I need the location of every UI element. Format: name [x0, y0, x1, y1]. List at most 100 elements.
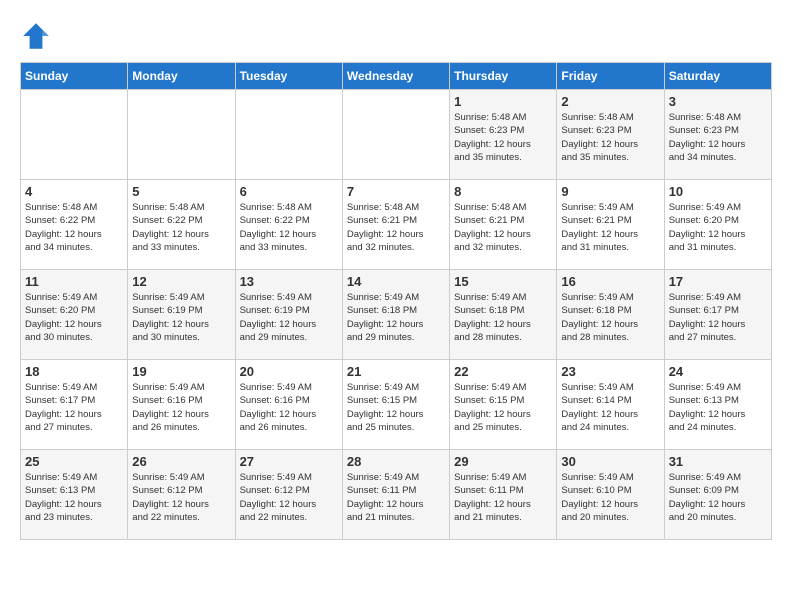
calendar-cell: 17 Sunrise: 5:49 AM Sunset: 6:17 PM Dayli…	[664, 270, 771, 360]
calendar-cell: 21 Sunrise: 5:49 AM Sunset: 6:15 PM Dayli…	[342, 360, 449, 450]
calendar-table: SundayMondayTuesdayWednesdayThursdayFrid…	[20, 62, 772, 540]
day-number: 15	[454, 274, 552, 289]
day-number: 6	[240, 184, 338, 199]
calendar-week-5: 25Sunrise: 5:49 AM Sunset: 6:13 PM Dayli…	[21, 450, 772, 540]
day-number: 13	[240, 274, 338, 289]
day-number: 26	[132, 454, 230, 469]
calendar-cell: 12 Sunrise: 5:49 AM Sunset: 6:19 PM Dayli…	[128, 270, 235, 360]
day-info: Sunrise: 5:49 AM Sunset: 6:18 PM Dayligh…	[347, 291, 445, 344]
day-info: Sunrise: 5:49 AM Sunset: 6:13 PM Dayligh…	[669, 381, 767, 434]
calendar-week-4: 18 Sunrise: 5:49 AM Sunset: 6:17 PM Dayli…	[21, 360, 772, 450]
day-info: Sunrise: 5:49 AM Sunset: 6:11 PM Dayligh…	[347, 471, 445, 524]
calendar-cell	[342, 90, 449, 180]
day-number: 18	[25, 364, 123, 379]
day-info: Sunrise: 5:48 AM Sunset: 6:23 PM Dayligh…	[561, 111, 659, 164]
day-number: 17	[669, 274, 767, 289]
day-info: Sunrise: 5:49 AM Sunset: 6:20 PM Dayligh…	[25, 291, 123, 344]
day-number: 5	[132, 184, 230, 199]
day-number: 9	[561, 184, 659, 199]
column-header-tuesday: Tuesday	[235, 63, 342, 90]
day-number: 29	[454, 454, 552, 469]
day-info: Sunrise: 5:49 AM Sunset: 6:17 PM Dayligh…	[669, 291, 767, 344]
calendar-week-1: 1Sunrise: 5:48 AM Sunset: 6:23 PM Daylig…	[21, 90, 772, 180]
day-info: Sunrise: 5:48 AM Sunset: 6:23 PM Dayligh…	[669, 111, 767, 164]
day-info: Sunrise: 5:49 AM Sunset: 6:18 PM Dayligh…	[561, 291, 659, 344]
day-info: Sunrise: 5:49 AM Sunset: 6:12 PM Dayligh…	[132, 471, 230, 524]
calendar-header-row: SundayMondayTuesdayWednesdayThursdayFrid…	[21, 63, 772, 90]
day-info: Sunrise: 5:49 AM Sunset: 6:19 PM Dayligh…	[132, 291, 230, 344]
day-number: 4	[25, 184, 123, 199]
calendar-cell: 23 Sunrise: 5:49 AM Sunset: 6:14 PM Dayli…	[557, 360, 664, 450]
calendar-week-2: 4 Sunrise: 5:48 AM Sunset: 6:22 PM Daylig…	[21, 180, 772, 270]
calendar-cell	[235, 90, 342, 180]
day-info: Sunrise: 5:48 AM Sunset: 6:23 PM Dayligh…	[454, 111, 552, 164]
day-info: Sunrise: 5:49 AM Sunset: 6:18 PM Dayligh…	[454, 291, 552, 344]
calendar-cell: 30Sunrise: 5:49 AM Sunset: 6:10 PM Dayli…	[557, 450, 664, 540]
day-info: Sunrise: 5:49 AM Sunset: 6:21 PM Dayligh…	[561, 201, 659, 254]
day-number: 10	[669, 184, 767, 199]
calendar-cell: 20 Sunrise: 5:49 AM Sunset: 6:16 PM Dayli…	[235, 360, 342, 450]
calendar-cell: 13 Sunrise: 5:49 AM Sunset: 6:19 PM Dayli…	[235, 270, 342, 360]
calendar-cell: 7 Sunrise: 5:48 AM Sunset: 6:21 PM Daylig…	[342, 180, 449, 270]
day-number: 7	[347, 184, 445, 199]
day-number: 28	[347, 454, 445, 469]
day-number: 3	[669, 94, 767, 109]
calendar-cell	[21, 90, 128, 180]
day-info: Sunrise: 5:49 AM Sunset: 6:12 PM Dayligh…	[240, 471, 338, 524]
day-info: Sunrise: 5:49 AM Sunset: 6:16 PM Dayligh…	[240, 381, 338, 434]
day-info: Sunrise: 5:49 AM Sunset: 6:09 PM Dayligh…	[669, 471, 767, 524]
day-number: 12	[132, 274, 230, 289]
calendar-cell: 25Sunrise: 5:49 AM Sunset: 6:13 PM Dayli…	[21, 450, 128, 540]
day-number: 22	[454, 364, 552, 379]
calendar-cell: 31 Sunrise: 5:49 AM Sunset: 6:09 PM Dayli…	[664, 450, 771, 540]
calendar-cell: 10 Sunrise: 5:49 AM Sunset: 6:20 PM Dayli…	[664, 180, 771, 270]
day-info: Sunrise: 5:49 AM Sunset: 6:15 PM Dayligh…	[454, 381, 552, 434]
column-header-thursday: Thursday	[450, 63, 557, 90]
day-info: Sunrise: 5:48 AM Sunset: 6:21 PM Dayligh…	[454, 201, 552, 254]
day-number: 25	[25, 454, 123, 469]
day-number: 16	[561, 274, 659, 289]
calendar-cell: 11 Sunrise: 5:49 AM Sunset: 6:20 PM Dayli…	[21, 270, 128, 360]
day-info: Sunrise: 5:49 AM Sunset: 6:11 PM Dayligh…	[454, 471, 552, 524]
column-header-wednesday: Wednesday	[342, 63, 449, 90]
calendar-cell: 5 Sunrise: 5:48 AM Sunset: 6:22 PM Daylig…	[128, 180, 235, 270]
day-number: 2	[561, 94, 659, 109]
day-info: Sunrise: 5:49 AM Sunset: 6:16 PM Dayligh…	[132, 381, 230, 434]
day-number: 14	[347, 274, 445, 289]
day-info: Sunrise: 5:49 AM Sunset: 6:17 PM Dayligh…	[25, 381, 123, 434]
day-number: 19	[132, 364, 230, 379]
day-number: 23	[561, 364, 659, 379]
logo-icon	[20, 20, 52, 52]
calendar-cell: 16 Sunrise: 5:49 AM Sunset: 6:18 PM Dayli…	[557, 270, 664, 360]
column-header-saturday: Saturday	[664, 63, 771, 90]
day-info: Sunrise: 5:49 AM Sunset: 6:15 PM Dayligh…	[347, 381, 445, 434]
calendar-cell: 4 Sunrise: 5:48 AM Sunset: 6:22 PM Daylig…	[21, 180, 128, 270]
day-info: Sunrise: 5:49 AM Sunset: 6:20 PM Dayligh…	[669, 201, 767, 254]
page-header	[20, 20, 772, 52]
day-number: 11	[25, 274, 123, 289]
calendar-cell: 3 Sunrise: 5:48 AM Sunset: 6:23 PM Daylig…	[664, 90, 771, 180]
calendar-cell	[128, 90, 235, 180]
calendar-week-3: 11 Sunrise: 5:49 AM Sunset: 6:20 PM Dayli…	[21, 270, 772, 360]
calendar-cell: 18 Sunrise: 5:49 AM Sunset: 6:17 PM Dayli…	[21, 360, 128, 450]
calendar-cell: 8Sunrise: 5:48 AM Sunset: 6:21 PM Daylig…	[450, 180, 557, 270]
calendar-cell: 2 Sunrise: 5:48 AM Sunset: 6:23 PM Daylig…	[557, 90, 664, 180]
logo	[20, 20, 56, 52]
calendar-cell: 29 Sunrise: 5:49 AM Sunset: 6:11 PM Dayli…	[450, 450, 557, 540]
calendar-cell: 22 Sunrise: 5:49 AM Sunset: 6:15 PM Dayli…	[450, 360, 557, 450]
day-number: 24	[669, 364, 767, 379]
column-header-monday: Monday	[128, 63, 235, 90]
day-number: 27	[240, 454, 338, 469]
day-info: Sunrise: 5:48 AM Sunset: 6:22 PM Dayligh…	[25, 201, 123, 254]
day-info: Sunrise: 5:48 AM Sunset: 6:22 PM Dayligh…	[240, 201, 338, 254]
calendar-cell: 19 Sunrise: 5:49 AM Sunset: 6:16 PM Dayli…	[128, 360, 235, 450]
calendar-cell: 24 Sunrise: 5:49 AM Sunset: 6:13 PM Dayli…	[664, 360, 771, 450]
day-info: Sunrise: 5:48 AM Sunset: 6:22 PM Dayligh…	[132, 201, 230, 254]
column-header-friday: Friday	[557, 63, 664, 90]
day-number: 21	[347, 364, 445, 379]
day-number: 20	[240, 364, 338, 379]
day-info: Sunrise: 5:48 AM Sunset: 6:21 PM Dayligh…	[347, 201, 445, 254]
day-info: Sunrise: 5:49 AM Sunset: 6:14 PM Dayligh…	[561, 381, 659, 434]
day-info: Sunrise: 5:49 AM Sunset: 6:19 PM Dayligh…	[240, 291, 338, 344]
day-number: 31	[669, 454, 767, 469]
